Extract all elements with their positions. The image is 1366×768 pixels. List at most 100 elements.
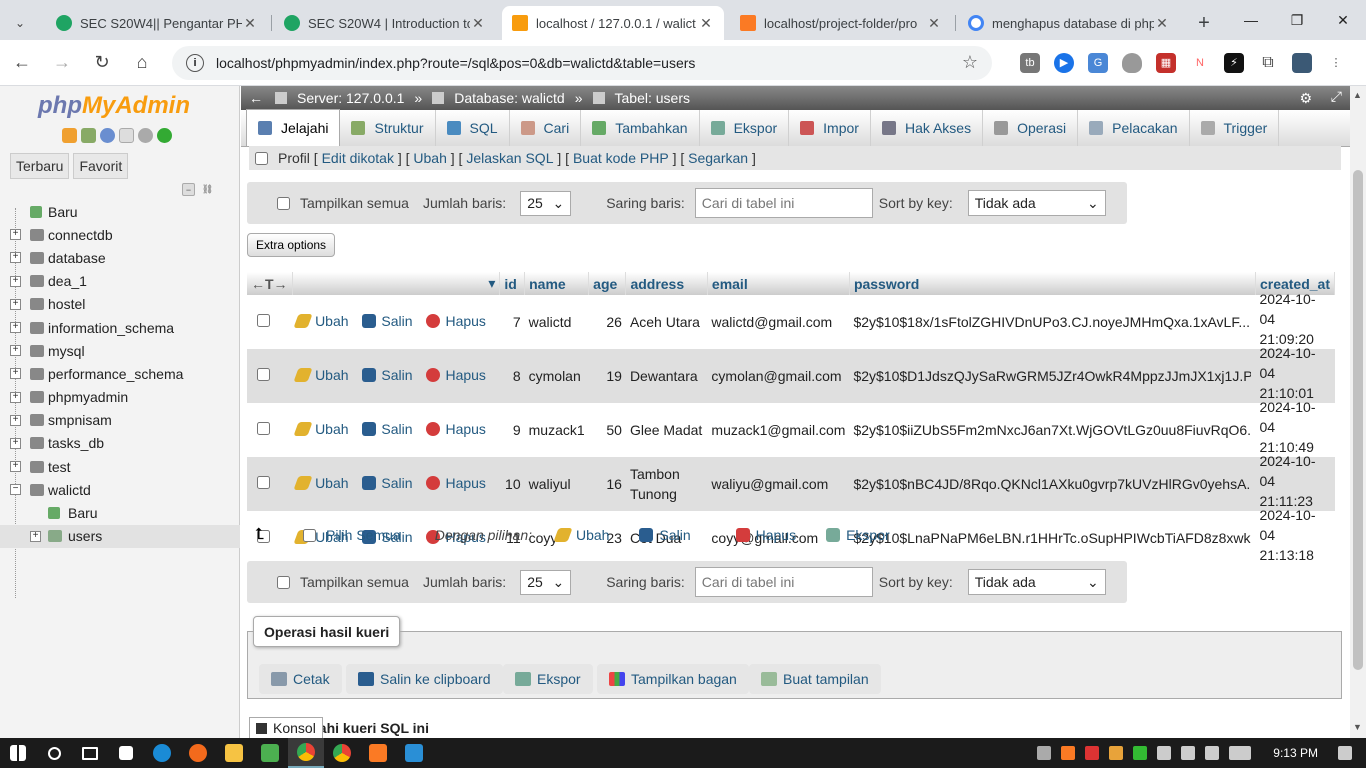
notifications-icon[interactable] [1338,746,1352,760]
forward-icon[interactable]: → [44,45,80,81]
cell-id[interactable]: 8 [499,349,525,403]
tab-sql[interactable]: SQL [436,110,510,146]
tree-item-new-table[interactable]: Baru [0,501,240,524]
expand-icon[interactable]: + [10,368,21,380]
profiling-checkbox[interactable] [255,151,268,165]
tab-jelajahi[interactable]: Jelajahi [246,109,341,146]
tab-hak-akses[interactable]: Hak Akses [871,110,984,146]
browser-tab[interactable]: menghapus database di php ✕ [958,6,1180,40]
tree-item-db[interactable]: + smpnisam [0,409,240,432]
cell-name[interactable]: muzack1 [524,403,589,457]
column-header[interactable]: age [588,272,627,295]
scroll-thumb[interactable] [1353,170,1363,670]
create-php-link[interactable]: Buat kode PHP [573,150,669,166]
extension-icon[interactable]: tb [1020,52,1040,73]
breadcrumb-server[interactable]: Server: 127.0.0.1 [297,90,404,106]
restore-icon[interactable]: ❐ [1274,0,1320,40]
close-window-icon[interactable]: ✕ [1320,0,1366,40]
row-edit-button[interactable]: Ubah [293,367,349,383]
start-button[interactable] [0,738,36,768]
favorite-tables-button[interactable]: Favorit [73,153,129,179]
sort-select[interactable]: Tidak ada ⌄ [967,569,1106,595]
close-tab-icon[interactable]: ✕ [1154,15,1170,32]
row-copy-button[interactable]: Salin [362,475,413,491]
battery-icon[interactable] [1205,746,1220,760]
cell-created-date[interactable]: 2024-10-04 [1259,343,1330,383]
cell-password[interactable]: $2y$10$18x/1sFtolZGHIVDnUPo3.CJ.noyeJMHm… [853,314,1251,330]
cell-name[interactable]: walictd [524,295,589,349]
collapse-icon[interactable]: ⤢ [1331,88,1342,105]
firefox-icon[interactable] [180,738,216,768]
row-copy-button[interactable]: Salin [362,421,413,437]
collapse-icon[interactable]: − [10,484,21,496]
row-edit-button[interactable]: Ubah [293,475,349,491]
tray-icon[interactable] [1061,746,1076,760]
select-all-label[interactable]: Pilih Semua [326,527,401,543]
tray-icon[interactable] [1109,746,1124,760]
cell-age[interactable]: 19 [588,349,626,403]
site-info-icon[interactable]: i [186,53,204,72]
column-header[interactable]: email [707,272,850,295]
close-tab-icon[interactable]: ✕ [242,15,258,32]
extension-icon[interactable]: ⚡ [1224,52,1244,73]
column-header[interactable]: id [499,272,526,295]
expand-icon[interactable]: + [10,322,21,334]
cell-password[interactable]: $2y$10$nBC4JD/8Rqo.QKNcl1AXku0gvrp7kUVzH… [853,476,1251,492]
cell-password[interactable]: $2y$10$D1JdszQJySaRwGRM5JZr4OwkR4MppzJJm… [853,368,1251,384]
row-checkbox[interactable] [257,476,270,489]
expand-icon[interactable]: + [10,437,21,449]
rows-select[interactable]: 25 ⌄ [520,569,572,595]
tree-item-db-expanded[interactable]: − walictd [0,478,240,501]
select-all-checkbox[interactable] [303,528,316,542]
export-button[interactable]: Ekspor [503,664,593,694]
keyboard-icon[interactable] [1229,746,1252,760]
vscode-icon[interactable] [396,738,432,768]
puzzle-icon[interactable]: ⧉ [1258,52,1278,73]
expand-icon[interactable]: + [10,229,21,241]
tree-item-db[interactable]: + performance_schema [0,362,240,385]
tab-ekspor[interactable]: Ekspor [700,110,790,146]
console-toggle[interactable]: Konsol [249,717,323,738]
cell-email[interactable]: muzack1@gmail.com [707,403,850,457]
collapse-all-icon[interactable]: − [182,183,195,196]
notepad-icon[interactable] [252,738,288,768]
row-delete-button[interactable]: Hapus [426,475,486,491]
new-tab-button[interactable]: + [1190,9,1218,37]
tree-item-db[interactable]: + database [0,246,240,269]
recent-tables-button[interactable]: Terbaru [10,153,70,179]
rows-select[interactable]: 25 ⌄ [520,190,572,216]
row-delete-button[interactable]: Hapus [426,367,486,383]
bulk-export-button[interactable]: Ekspor [826,527,890,543]
expand-icon[interactable]: + [30,530,41,542]
cell-email[interactable]: waliyu@gmail.com [707,457,850,511]
tab-impor[interactable]: Impor [789,110,871,146]
copy-clipboard-button[interactable]: Salin ke clipboard [346,664,503,694]
cell-age[interactable]: 50 [588,403,626,457]
back-icon[interactable]: ← [4,45,40,81]
tab-trigger[interactable]: Trigger [1190,110,1280,146]
translate-icon[interactable]: G [1088,52,1108,73]
bulk-copy-button[interactable]: Salin [639,527,691,543]
bookmark-star-icon[interactable]: ☆ [962,52,978,73]
reload-icon[interactable]: ↻ [84,45,120,81]
display-chart-button[interactable]: Tampilkan bagan [597,664,749,694]
logout-icon[interactable] [81,128,96,143]
help-icon[interactable] [100,128,115,143]
cell-created-time[interactable]: 21:13:18 [1259,545,1330,565]
tree-item-db[interactable]: + dea_1 [0,270,240,293]
show-all-checkbox[interactable] [277,575,290,589]
tree-item-db[interactable]: + test [0,455,240,478]
cell-id[interactable]: 7 [499,295,525,349]
tray-icon[interactable] [1133,746,1148,760]
sort-select[interactable]: Tidak ada ⌄ [967,190,1106,216]
show-all-checkbox[interactable] [277,196,290,210]
task-view-icon[interactable] [72,738,108,768]
explain-sql-link[interactable]: Jelaskan SQL [466,150,553,166]
row-delete-button[interactable]: Hapus [426,313,486,329]
cell-id[interactable]: 10 [499,457,525,511]
docs-icon[interactable] [119,128,134,143]
cell-age[interactable]: 16 [588,457,626,511]
wifi-icon[interactable] [1181,746,1196,760]
reload-nav-icon[interactable] [157,128,172,143]
cell-address[interactable]: Glee Madat [630,422,702,438]
